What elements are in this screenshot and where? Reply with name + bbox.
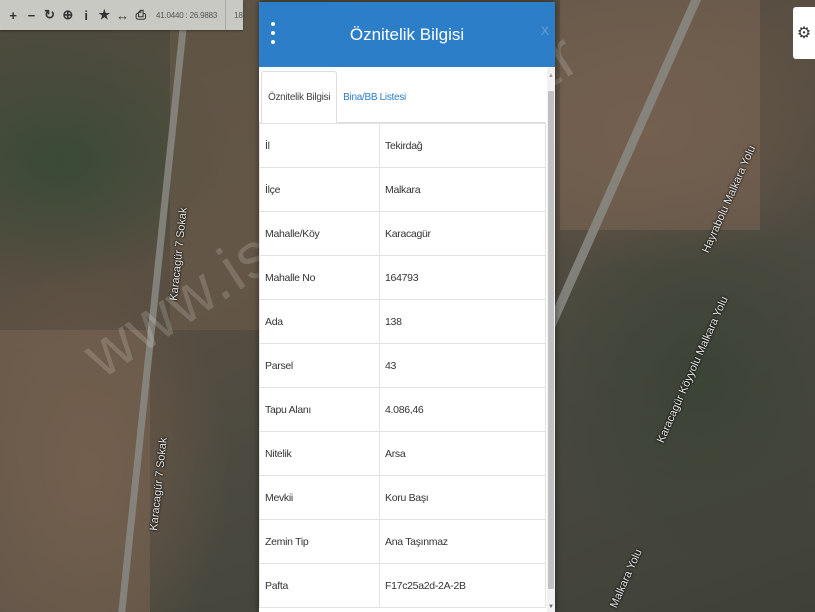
table-row: Nitelik Arsa [259,431,546,476]
locate-icon[interactable]: ⊕ [59,0,77,30]
info-icon[interactable]: i [77,0,95,30]
attribute-key: İlçe [259,167,380,212]
panel-body: Öznitelik Bilgisi Bina/BB Listesi İl Teki… [259,67,555,612]
map-road-label: Malkara Yolu [608,547,645,610]
attribute-key: Mahalle/Köy [259,211,380,256]
scroll-up-icon[interactable]: ▲ [547,73,555,79]
table-row: Zemin Tip Ana Taşınmaz [259,519,546,564]
attribute-value: Karacagür [379,211,546,256]
coordinate-readout: 41.0440 : 26.9883 [156,10,218,20]
attribute-key: Mevkii [259,475,380,520]
zoom-level: 18 [225,0,243,30]
attribute-key: Mahalle No [259,255,380,300]
measure-icon[interactable]: ↔ [114,0,132,30]
tab-building-list[interactable]: Bina/BB Listesi [337,72,412,122]
attribute-value: Malkara [379,167,546,212]
attribute-value: Ana Taşınmaz [379,519,546,564]
panel-title: Öznitelik Bilgisi [349,24,465,44]
panel-header: Öznitelik Bilgisi x [259,2,555,67]
close-icon[interactable]: x [541,22,549,40]
refresh-icon[interactable]: ↻ [41,0,59,30]
attribute-key: Zemin Tip [259,519,380,564]
attribute-value: 164793 [379,255,546,300]
attribute-key: Ada [259,299,380,344]
gear-icon: ⚙ [796,25,812,42]
attribute-key: İl [259,123,380,168]
zoom-out-icon[interactable]: − [22,0,40,30]
attribute-key: Nitelik [259,431,380,476]
attribute-value: 43 [379,343,546,388]
zoom-in-icon[interactable]: + [4,0,22,30]
table-row: Pafta F17c25a2d-2A-2B [259,563,546,608]
map-road-label: Karacagür Köyyolu Malkara Yolu [655,294,731,445]
attribute-value: 4.086,46 [379,387,546,432]
settings-button[interactable]: ⚙ [793,7,815,59]
attribute-info-panel: Öznitelik Bilgisi x Öznitelik Bilgisi Bi… [259,2,555,612]
table-row: Mevkii Koru Başı [259,475,546,520]
attribute-table: İl Tekirdağ İlçe Malkara Mahalle/Köy Karacagü… [259,123,546,608]
table-row: Tapu Alanı 4.086,46 [259,387,546,432]
scrollbar[interactable]: ▲ ▼ [547,67,555,612]
star-icon[interactable]: ★ [95,0,113,30]
attribute-value: Koru Başı [379,475,546,520]
table-row: İlçe Malkara [259,167,546,212]
table-row: Ada 138 [259,299,546,344]
scroll-thumb[interactable] [548,91,554,589]
attribute-key: Tapu Alanı [259,387,380,432]
attribute-value: 138 [379,299,546,344]
table-row: Mahalle No 164793 [259,255,546,300]
attribute-value: Arsa [379,431,546,476]
tab-attribute-info[interactable]: Öznitelik Bilgisi [261,71,338,123]
attribute-value: F17c25a2d-2A-2B [379,563,546,608]
table-row: İl Tekirdağ [259,123,546,168]
table-row: Mahalle/Köy Karacagür [259,211,546,256]
print-icon[interactable]: ⎙ [132,0,150,30]
menu-kebab-icon[interactable] [270,22,276,44]
scroll-down-icon[interactable]: ▼ [547,604,555,610]
attribute-key: Parsel [259,343,380,388]
map-road-label: Karacagür 7 Sokak [148,436,170,532]
panel-tabs: Öznitelik Bilgisi Bina/BB Listesi [259,67,546,123]
attribute-value: Tekirdağ [379,123,546,168]
map-toolbar: + − ↻ ⊕ i ★ ↔ ⎙ 41.0440 : 26.9883 18 [0,0,243,30]
table-row: Parsel 43 [259,343,546,388]
attribute-key: Pafta [259,563,380,608]
